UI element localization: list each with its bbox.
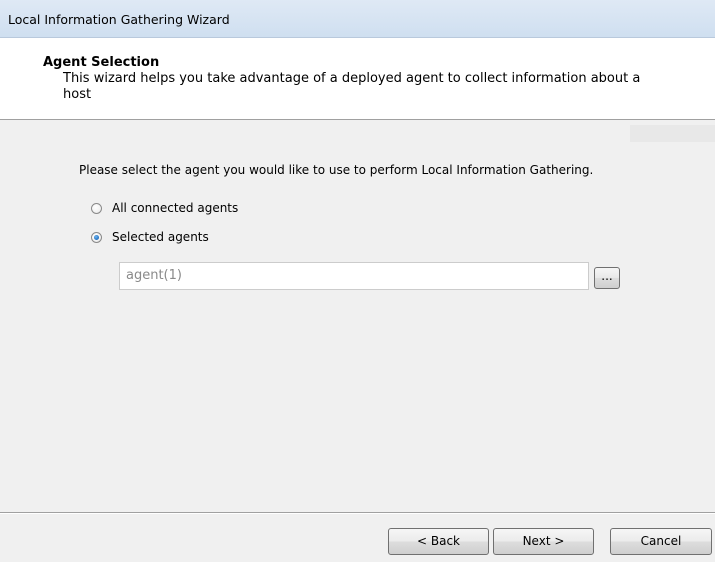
radio-checked-icon[interactable]: [91, 231, 102, 243]
instruction-text: Please select the agent you would like t…: [79, 163, 594, 177]
back-button[interactable]: < Back: [388, 528, 489, 555]
next-button[interactable]: Next >: [493, 528, 594, 555]
page-description: This wizard helps you take advantage of …: [63, 71, 641, 102]
wizard-content: Please select the agent you would like t…: [0, 121, 715, 481]
radio-selected-agents[interactable]: Selected agents: [91, 228, 209, 246]
footer-divider: [0, 512, 715, 514]
radio-unchecked-icon[interactable]: [91, 202, 102, 214]
window-title: Local Information Gathering Wizard: [8, 12, 230, 27]
page-title: Agent Selection: [43, 55, 160, 70]
wizard-header: Agent Selection This wizard helps you ta…: [0, 38, 715, 120]
cancel-button[interactable]: Cancel: [610, 528, 712, 555]
browse-agents-button[interactable]: ...: [594, 267, 620, 289]
title-bar: Local Information Gathering Wizard: [0, 0, 715, 38]
radio-label-selected: Selected agents: [112, 230, 209, 244]
radio-label-all-connected: All connected agents: [112, 201, 239, 215]
radio-all-connected-agents[interactable]: All connected agents: [91, 199, 238, 217]
selected-agents-field[interactable]: agent(1): [119, 262, 589, 290]
wizard-window: Local Information Gathering Wizard Agent…: [0, 0, 715, 562]
